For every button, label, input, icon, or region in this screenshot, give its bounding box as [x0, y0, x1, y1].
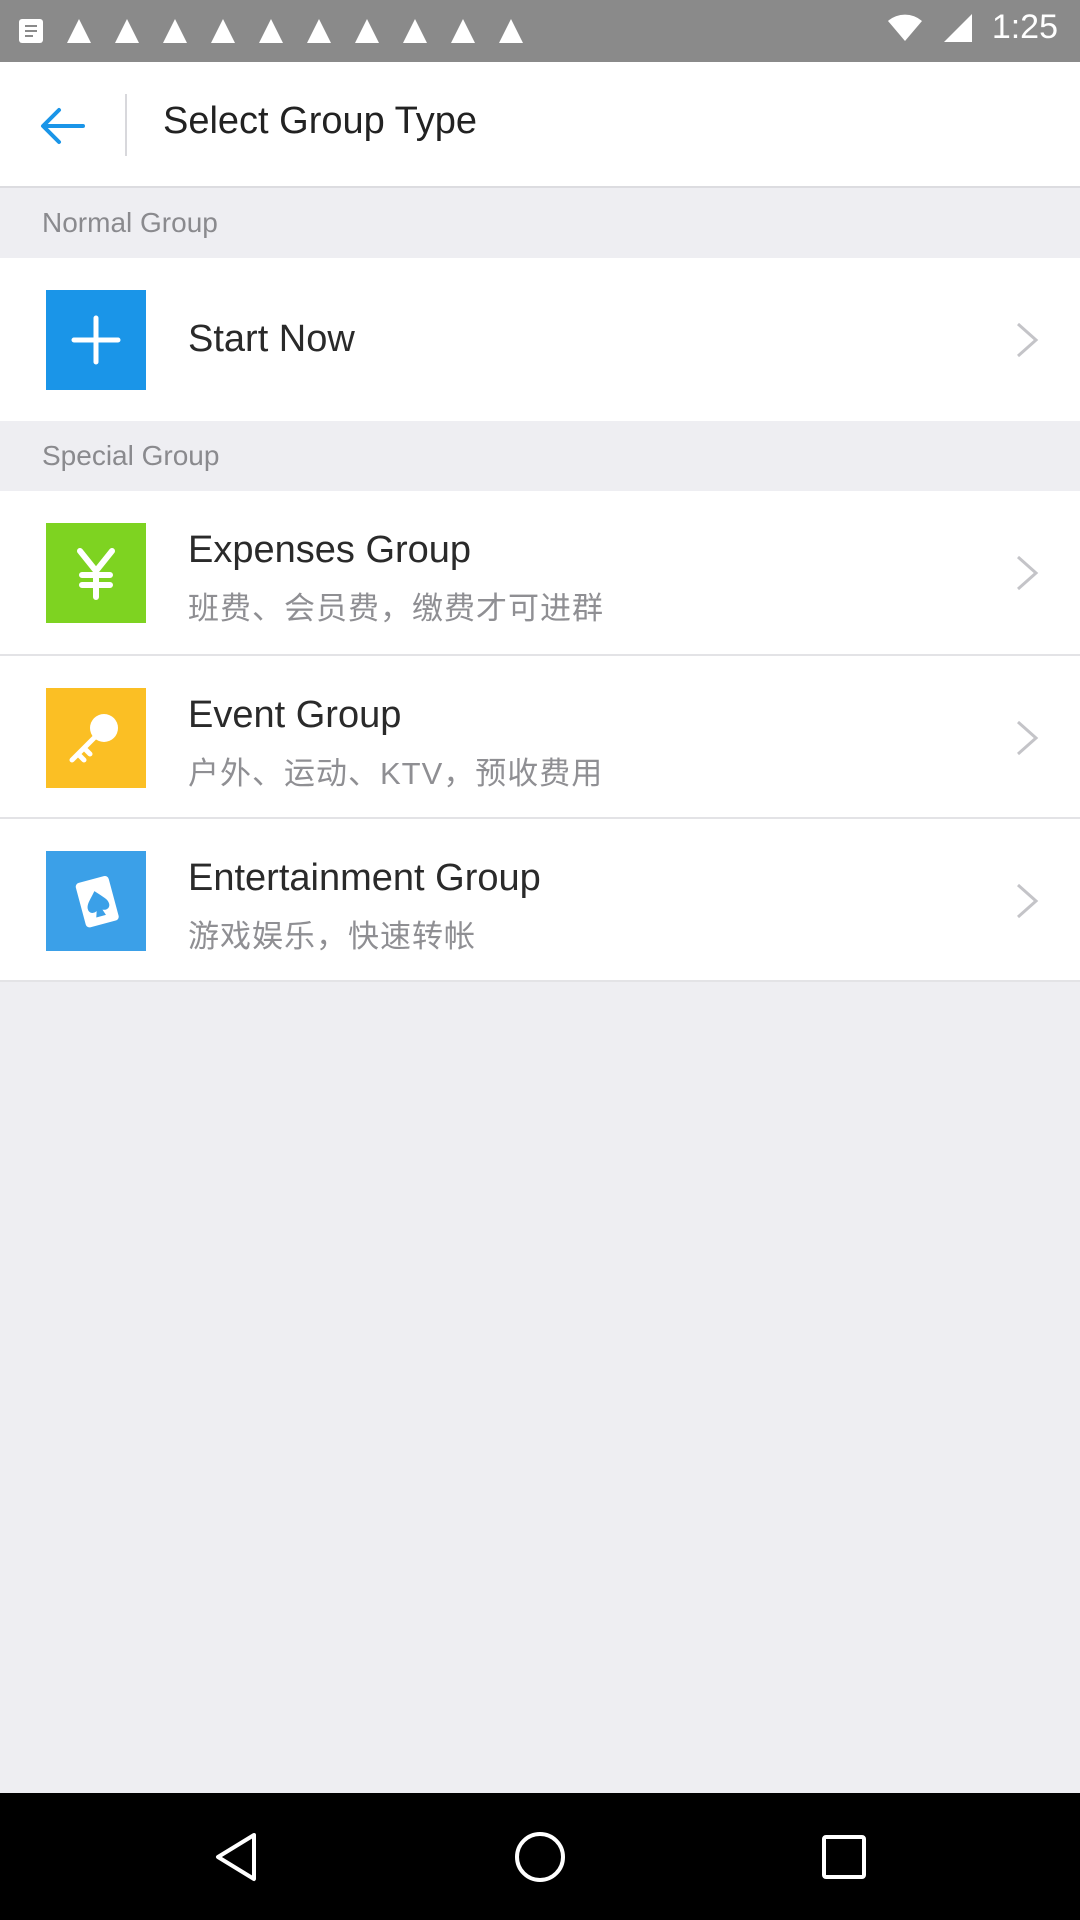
app-notification-icon [254, 14, 288, 48]
recents-square-icon[interactable] [808, 1821, 880, 1893]
divider [0, 980, 1080, 982]
app-notification-icon [350, 14, 384, 48]
app-notification-icon [110, 14, 144, 48]
signal-icon [942, 12, 974, 44]
item-subtitle: 户外、运动、KTV，预收费用 [188, 756, 604, 791]
app-notification-icon [14, 14, 48, 48]
chevron-right-icon [1017, 322, 1039, 358]
status-right: 1:25 [886, 8, 1058, 47]
item-title: Start Now [188, 318, 355, 360]
item-title: Entertainment Group [188, 857, 541, 899]
wifi-icon [886, 13, 924, 43]
app-notification-icon [398, 14, 432, 48]
key-icon [46, 688, 146, 788]
page-title: Select Group Type [163, 100, 478, 142]
app-notification-icon [494, 14, 528, 48]
chevron-right-icon [1017, 883, 1039, 919]
status-bar: 1:25 [0, 0, 1080, 62]
yen-icon [46, 523, 146, 623]
plus-icon [46, 290, 146, 390]
back-button[interactable] [22, 86, 102, 166]
system-nav-bar [0, 1793, 1080, 1920]
app-notification-icon [206, 14, 240, 48]
playing-card-icon [46, 851, 146, 951]
app-bar-divider [125, 94, 127, 156]
item-title: Event Group [188, 694, 402, 736]
item-subtitle: 班费、会员费，缴费才可进群 [188, 591, 604, 626]
section-header-special: Special Group [0, 421, 1080, 491]
app-notification-icon [302, 14, 336, 48]
item-subtitle: 游戏娱乐，快速转帐 [188, 919, 476, 954]
home-circle-icon[interactable] [504, 1821, 576, 1893]
app-notification-icon [62, 14, 96, 48]
app-notification-icon [446, 14, 480, 48]
status-time: 1:25 [991, 8, 1058, 46]
list-item-event-group[interactable]: Event Group 户外、运动、KTV，预收费用 [0, 656, 1080, 819]
list-item-expenses-group[interactable]: Expenses Group 班费、会员费，缴费才可进群 [0, 491, 1080, 654]
section-header-normal: Normal Group [0, 188, 1080, 258]
back-triangle-icon[interactable] [200, 1821, 272, 1893]
app-notification-icon [158, 14, 192, 48]
list-item-start-now[interactable]: Start Now [0, 258, 1080, 421]
arrow-left-icon [41, 108, 85, 144]
chevron-right-icon [1017, 555, 1039, 591]
chevron-right-icon [1017, 720, 1039, 756]
notification-icons [14, 14, 528, 48]
app-bar: Select Group Type [0, 62, 1080, 188]
item-title: Expenses Group [188, 529, 472, 571]
list-item-entertainment-group[interactable]: Entertainment Group 游戏娱乐，快速转帐 [0, 819, 1080, 982]
